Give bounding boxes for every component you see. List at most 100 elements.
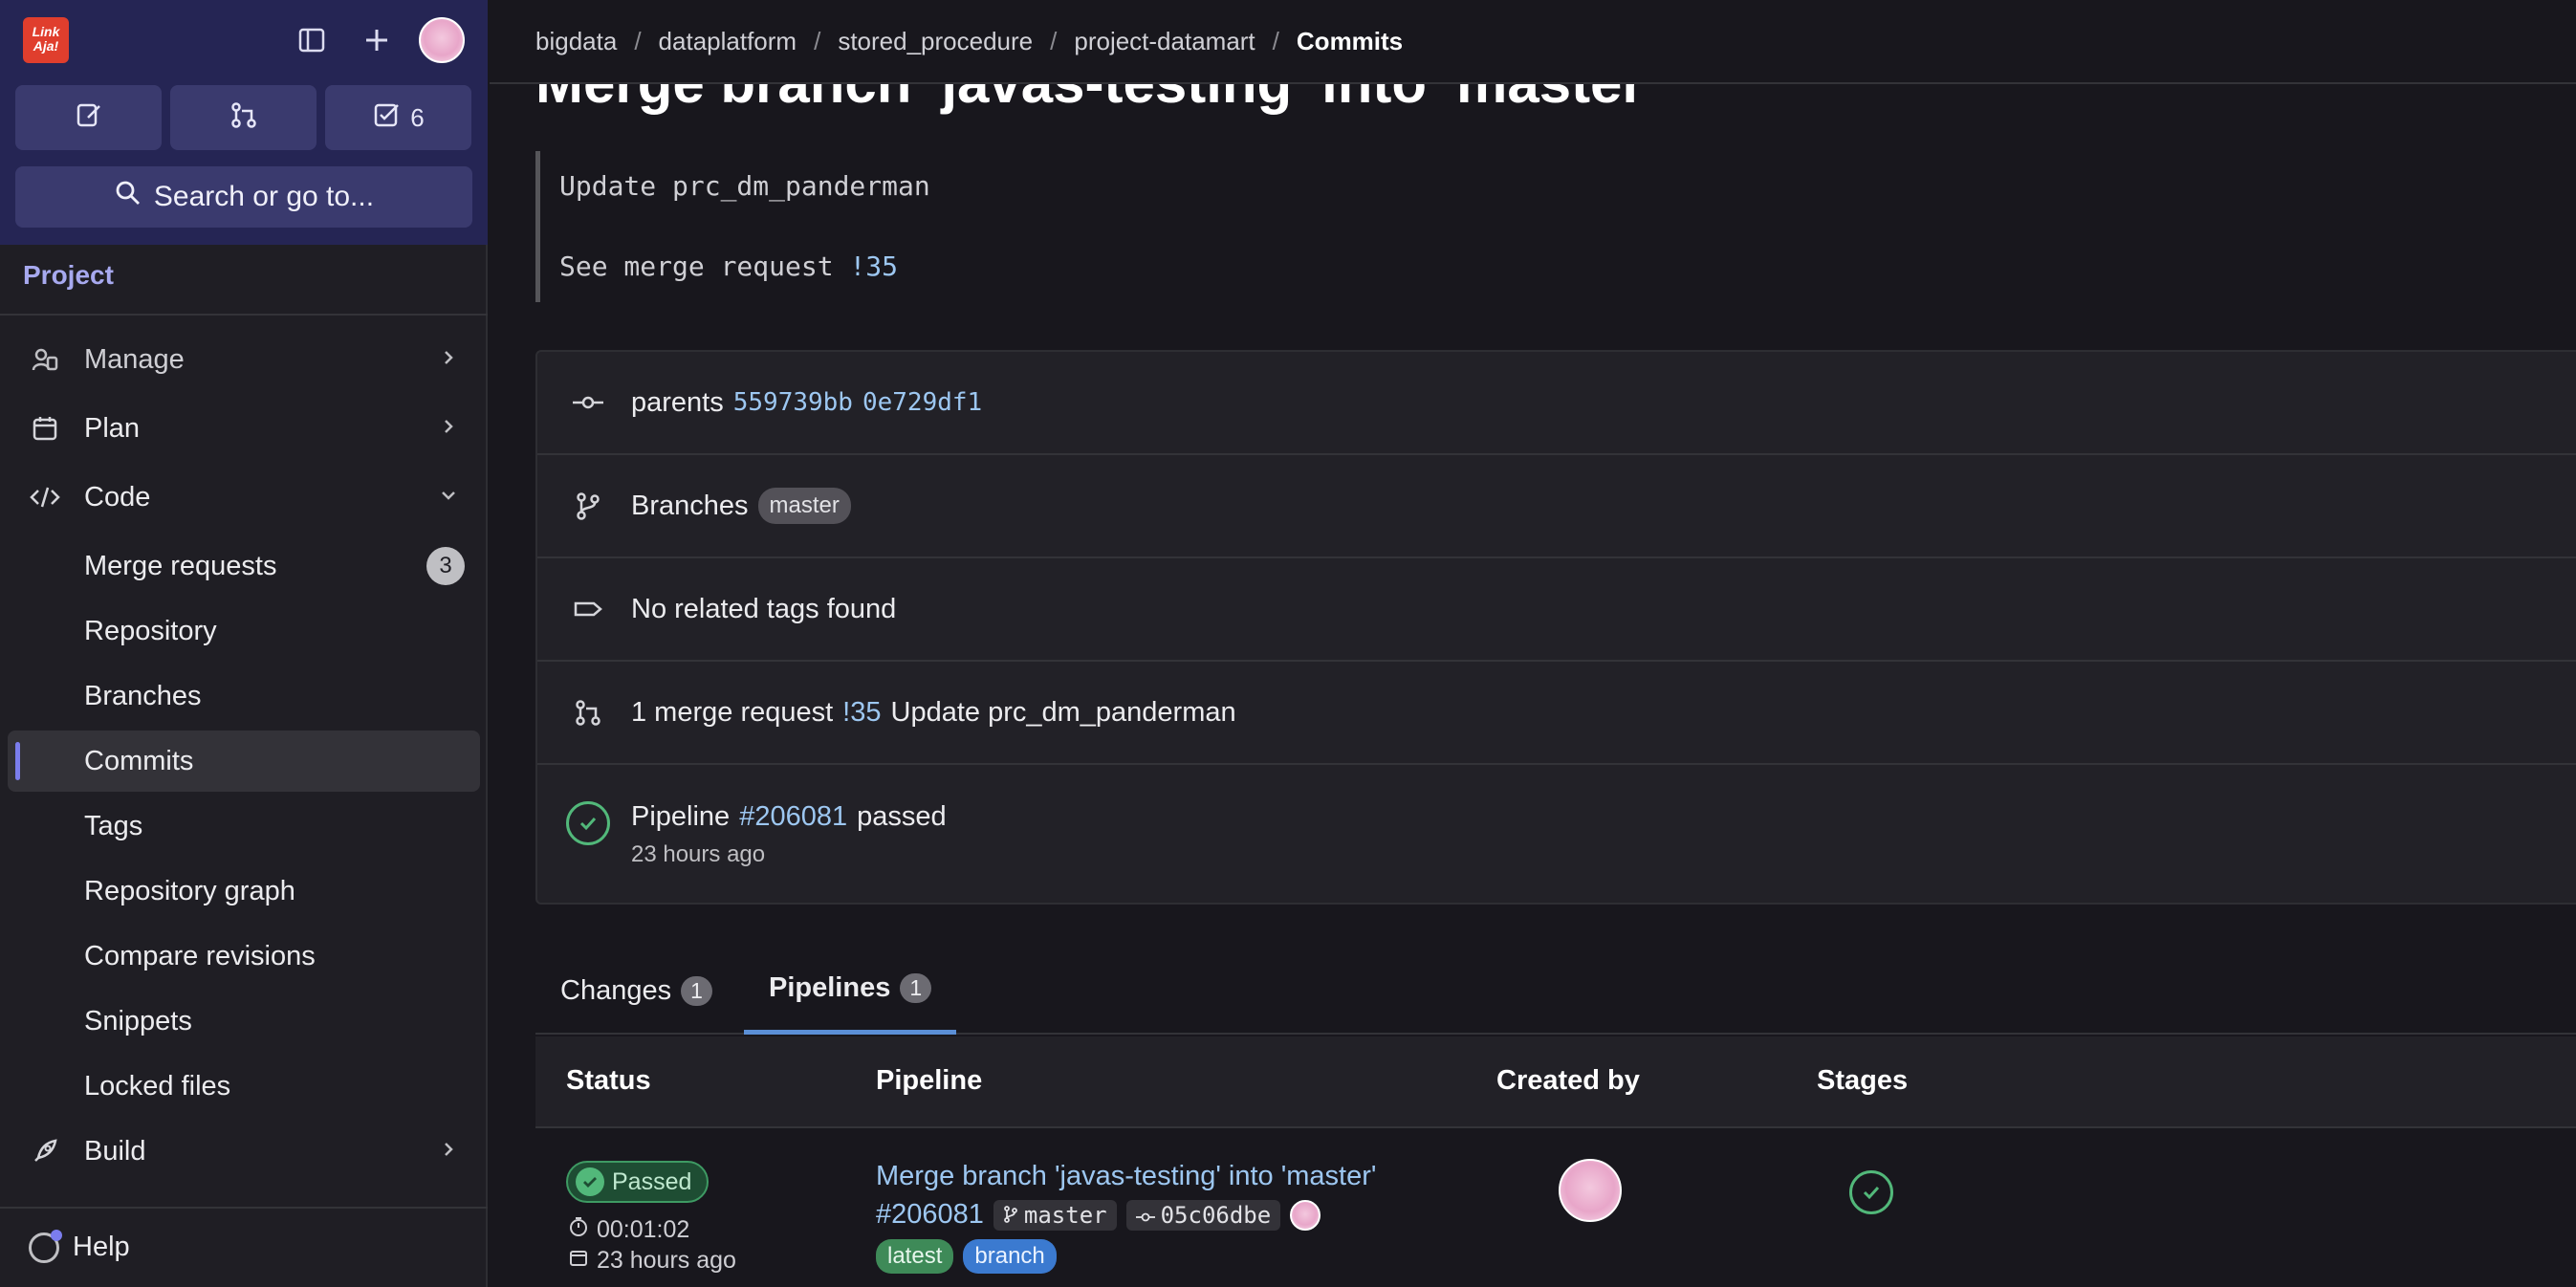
sidebar-item-plan[interactable]: Plan <box>8 398 480 459</box>
sidebar-item-branches[interactable]: Branches <box>8 665 480 727</box>
merge-request-count-text: 1 merge request <box>631 696 834 728</box>
pipeline-id-link[interactable]: #206081 <box>876 1199 984 1231</box>
sha-chip[interactable]: 05c06dbe <box>1125 1199 1281 1231</box>
label-branch: branch <box>963 1239 1057 1274</box>
sidebar-item-label: Snippets <box>84 1005 192 1036</box>
duration: 00:01:02 <box>568 1216 689 1244</box>
breadcrumb: bigdata / dataplatform / stored_procedur… <box>490 0 2576 84</box>
parents-text: parents 559739bb 0e729df1 <box>631 387 982 419</box>
finished-value: 23 hours ago <box>597 1247 736 1274</box>
sidebar-item-merge-requests[interactable]: Merge requests 3 <box>8 535 480 597</box>
plus-icon[interactable] <box>358 21 396 59</box>
sidebar-item-tags[interactable]: Tags <box>8 796 480 857</box>
merge-requests-button[interactable] <box>170 85 317 150</box>
sidebar-item-snippets[interactable]: Snippets <box>8 991 480 1052</box>
sidebar-item-repository-graph[interactable]: Repository graph <box>8 861 480 922</box>
sidebar-item-locked-files[interactable]: Locked files <box>8 1056 480 1117</box>
branch-icon <box>570 488 606 524</box>
merge-request-title: Update prc_dm_panderman <box>890 696 1236 728</box>
sidebar: Link Aja! 6 Search or go to... Project M… <box>0 0 488 1287</box>
sidebar-item-commits[interactable]: Commits <box>8 731 480 792</box>
sidebar-item-build[interactable]: Build <box>8 1121 480 1182</box>
sidebar-item-label: Repository graph <box>84 875 295 906</box>
main-content: bigdata / dataplatform / stored_procedur… <box>490 0 2576 1287</box>
status-label: Passed <box>612 1167 692 1195</box>
breadcrumb-separator: / <box>814 26 821 55</box>
sha-value: 05c06dbe <box>1160 1201 1272 1229</box>
todos-button[interactable]: 6 <box>325 85 471 150</box>
parent-commit-link[interactable]: 559739bb <box>733 388 853 417</box>
sidebar-divider <box>0 1207 488 1209</box>
issues-button[interactable] <box>15 85 162 150</box>
tags-row: No related tags found <box>537 558 2576 662</box>
calendar-icon <box>568 1247 589 1275</box>
branches-text: Branches master <box>631 488 851 524</box>
parents-label: parents <box>631 386 724 418</box>
commit-message-text: See merge request <box>559 251 850 282</box>
chevron-right-icon <box>438 1136 459 1167</box>
tab-count-badge: 1 <box>681 975 712 1006</box>
sidebar-toggle-icon[interactable] <box>293 21 331 59</box>
search-button[interactable]: Search or go to... <box>15 166 472 228</box>
breadcrumb-separator: / <box>634 26 642 55</box>
parent-commit-link[interactable]: 0e729df1 <box>862 388 982 417</box>
branch-badge[interactable]: master <box>757 488 851 524</box>
issues-icon <box>75 100 103 136</box>
pipeline-text: Pipeline #206081 passed <box>631 801 947 833</box>
tab-changes[interactable]: Changes 1 <box>535 947 737 1035</box>
created-by-avatar[interactable] <box>1559 1159 1622 1222</box>
merge-request-link[interactable]: !35 <box>849 251 898 282</box>
commit-message: Update prc_dm_panderman See merge reques… <box>535 151 1014 302</box>
check-icon <box>576 1167 604 1196</box>
sidebar-item-code[interactable]: Code <box>8 467 480 528</box>
tag-icon <box>570 591 606 627</box>
pipelines-table-header: Status Pipeline Created by Stages <box>535 1036 2576 1128</box>
commit-info-panel: parents 559739bb 0e729df1 Branches maste… <box>535 350 2576 905</box>
sidebar-item-label: Branches <box>84 680 202 711</box>
breadcrumb-item[interactable]: bigdata <box>535 27 617 56</box>
code-icon <box>27 479 63 515</box>
status-badge[interactable]: Passed <box>566 1161 709 1203</box>
label-latest: latest <box>876 1239 954 1274</box>
search-label: Search or go to... <box>153 181 375 212</box>
commit-author-avatar[interactable] <box>1290 1199 1321 1231</box>
todo-icon <box>372 100 401 136</box>
merge-request-link[interactable]: !35 <box>842 697 881 729</box>
commit-tabs: Changes 1 Pipelines 1 <box>535 947 2576 1035</box>
pipeline-link[interactable]: #206081 <box>739 801 847 833</box>
breadcrumb-item[interactable]: project-datamart <box>1074 27 1255 56</box>
sidebar-item-label: Tags <box>84 810 143 841</box>
breadcrumb-current[interactable]: Commits <box>1297 27 1403 56</box>
branches-row: Branches master <box>537 455 2576 558</box>
breadcrumb-item[interactable]: stored_procedure <box>838 27 1033 56</box>
section-title: Project <box>23 260 114 290</box>
breadcrumb-separator: / <box>1272 26 1279 55</box>
sidebar-header: Link Aja! 6 Search or go to... <box>0 0 488 245</box>
sidebar-item-label: Locked files <box>84 1070 231 1102</box>
sidebar-item-compare-revisions[interactable]: Compare revisions <box>8 926 480 987</box>
brand-logo[interactable]: Link Aja! <box>23 17 69 63</box>
sidebar-item-label: Repository <box>84 615 217 646</box>
pipeline-status-icon[interactable] <box>564 799 612 847</box>
sidebar-item-repository[interactable]: Repository <box>8 600 480 662</box>
commit-message-line: See merge request !35 <box>559 251 1014 331</box>
duration-value: 00:01:02 <box>597 1216 690 1243</box>
stage-status-icon[interactable] <box>1849 1170 1893 1214</box>
user-avatar[interactable] <box>419 17 465 63</box>
timer-icon <box>568 1216 589 1244</box>
ref-chip[interactable]: master <box>993 1199 1117 1231</box>
pipeline-title-link[interactable]: Merge branch 'javas-testing' into 'maste… <box>876 1161 1376 1192</box>
breadcrumb-item[interactable]: dataplatform <box>659 27 797 56</box>
help-button[interactable]: Help <box>29 1229 130 1263</box>
sidebar-item-label: Compare revisions <box>84 940 316 971</box>
commit-icon <box>570 384 606 421</box>
calendar-icon <box>27 410 63 447</box>
parents-row: parents 559739bb 0e729df1 <box>537 352 2576 455</box>
users-icon <box>27 341 63 378</box>
branches-label: Branches <box>631 490 749 521</box>
help-label: Help <box>73 1232 130 1262</box>
rocket-icon <box>27 1133 63 1169</box>
tab-pipelines[interactable]: Pipelines 1 <box>744 947 957 1035</box>
merge-requests-count-badge: 3 <box>426 547 465 585</box>
sidebar-item-manage[interactable]: Manage <box>8 329 480 390</box>
